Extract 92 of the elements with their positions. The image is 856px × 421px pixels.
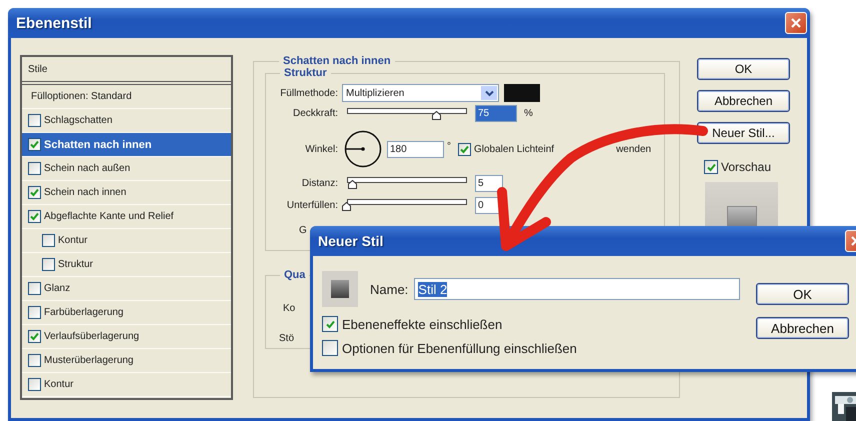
slider[interactable] [344,108,470,122]
field-label: Unterfüllen: [286,200,338,210]
checkmark-icon [706,162,716,172]
item-label: Verlaufsüberlagerung [44,331,140,342]
checkbox[interactable] [28,354,41,367]
number-field[interactable]: 75 [475,105,517,122]
dialog-button[interactable]: Neuer Stil... [697,122,790,144]
slider[interactable] [344,199,470,213]
checkbox[interactable] [28,114,41,127]
style-list-item[interactable]: Kontur [22,229,231,253]
checkmark-icon [460,144,469,154]
chevron-icon [481,86,497,100]
item-label: Schatten nach innen [44,138,152,150]
item-label: Farbüberlagerung [44,307,124,318]
checkmark-icon [30,212,39,221]
dialog-button[interactable]: Abbrechen [756,317,849,339]
close-button[interactable] [785,12,807,34]
item-label: Fülloptionen: Standard [31,91,132,102]
dialog-button[interactable]: Abbrechen [697,90,790,112]
unit-label: % [524,108,533,119]
item-label: Struktur [58,259,94,270]
color-swatch[interactable] [504,84,540,102]
checkbox[interactable] [28,162,41,175]
checkbox-label: Ebeneneffekte einschließen [342,316,502,332]
number-field[interactable]: 5 [475,174,503,192]
style-list-item[interactable]: Schein nach innen [22,181,231,205]
field-label: Stö [279,333,294,344]
style-list-item[interactable]: Musterüberlagerung [22,349,231,373]
checkmark-icon [326,320,334,328]
section-title: Schatten nach innen [282,55,392,67]
item-label: Schlagschatten [44,115,112,126]
field-value: Stil 2 [418,282,448,296]
style-list-item[interactable]: Farbüberlagerung [22,301,231,325]
checkbox[interactable] [322,340,338,356]
checkmark-icon [30,332,39,341]
style-list-item[interactable]: Schein nach außen [22,157,231,181]
item-label: Schein nach innen [44,187,126,198]
checkbox-label: Vorschau [721,160,772,174]
item-label: Kontur [58,235,88,246]
checkmark-icon [30,140,39,149]
checkbox[interactable] [28,306,41,319]
style-list-item[interactable]: Schatten nach innen [22,133,231,157]
field-label: Füllmethode: [279,88,338,98]
checkbox[interactable] [28,330,41,343]
style-list-item[interactable]: Verlaufsüberlagerung [22,325,231,349]
checkbox[interactable] [28,138,41,151]
field-label: Name: [370,282,408,296]
close-icon [790,17,802,29]
slider[interactable] [344,177,470,191]
style-list-item[interactable]: Glanz [22,277,231,301]
dropdown-value: Multiplizieren [346,88,404,98]
checkmark-icon [30,188,39,197]
slider-thumb[interactable] [342,202,351,211]
style-list-item[interactable]: Fülloptionen: Standard [22,85,231,109]
angle-dial[interactable] [344,130,382,168]
item-label: Glanz [44,283,70,294]
group-title: Struktur [283,67,328,79]
checkbox[interactable] [28,282,41,295]
group-title: Qua [283,269,306,281]
checkbox[interactable] [42,234,55,247]
checkbox[interactable] [42,258,55,271]
window-title: Neuer Stil [317,233,384,249]
style-list-item[interactable]: Struktur [22,253,231,277]
checkbox[interactable] [28,378,41,391]
name-field[interactable]: Stil 2 [414,278,740,300]
style-icon [322,271,358,307]
item-label: Schein nach außen [44,163,130,174]
field-label: G [299,224,307,236]
checkbox[interactable] [322,316,338,332]
field-label: Distanz: [300,178,338,188]
dropdown[interactable]: Multiplizieren [342,84,499,102]
dialog-button[interactable]: OK [756,283,849,305]
checkbox-label: wenden [616,144,652,154]
checkbox[interactable] [704,160,718,174]
style-list-item[interactable]: Abgeflachte Kante und Relief [22,205,231,229]
field-label: Ko [283,303,296,314]
checkbox-label: Globalen Lichteinf [474,144,554,154]
field-label: Deckkraft: [292,108,338,119]
unit-label: ° [447,140,451,152]
item-label: Musterüberlagerung [44,355,134,366]
dialog-button[interactable]: OK [697,58,790,80]
window-title: Ebenenstil [15,14,92,32]
item-label: Kontur [44,379,74,390]
item-label: Abgeflachte Kante und Relief [44,211,174,222]
checkbox[interactable] [28,210,41,223]
number-field[interactable]: 180 [387,140,444,158]
checkbox[interactable] [458,142,471,156]
checkbox-label: Optionen für Ebenenfüllung einschließen [342,340,577,356]
style-list-item[interactable]: Kontur [22,373,231,397]
field-label: Winkel: [304,144,338,154]
checkbox[interactable] [28,186,41,199]
panel-header: Stile [22,57,231,85]
